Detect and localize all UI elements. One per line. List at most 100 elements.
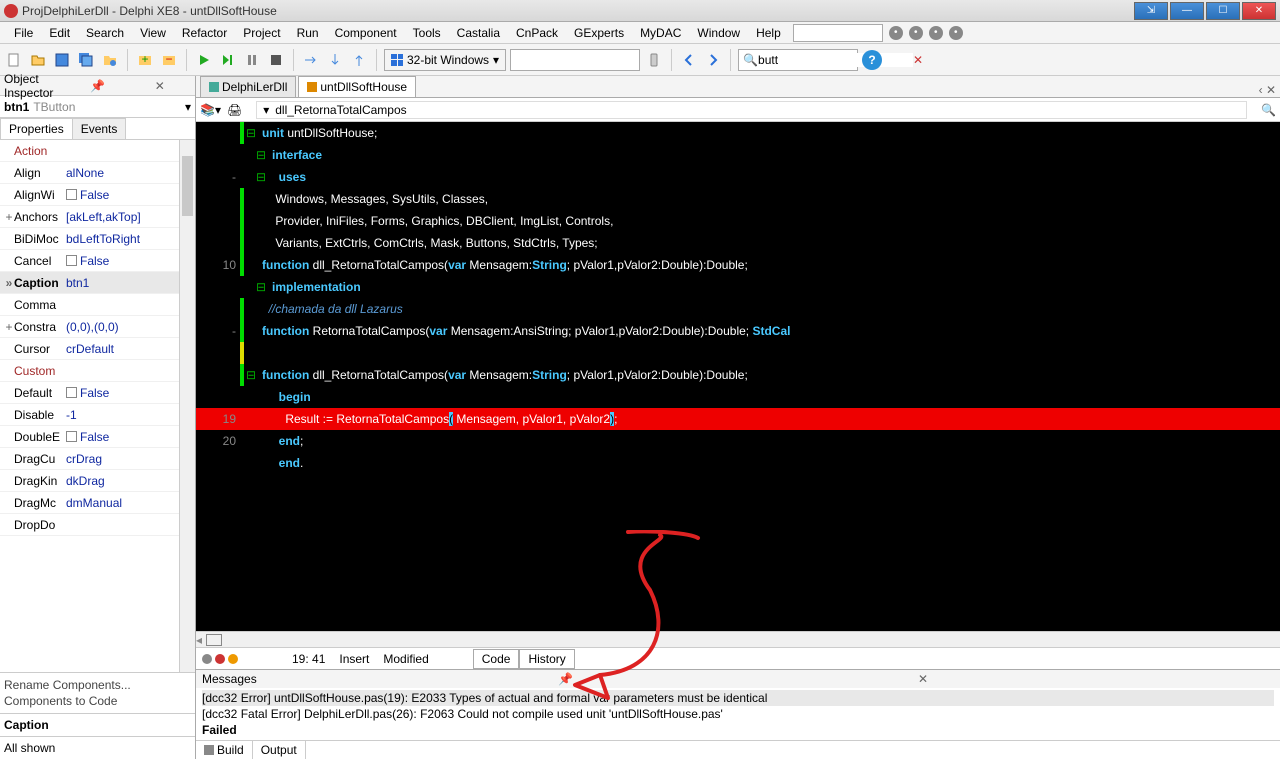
stop-button[interactable]	[266, 50, 286, 70]
oi-scrollbar[interactable]	[179, 140, 195, 672]
menu-edit[interactable]: Edit	[41, 24, 78, 42]
oi-component-combo[interactable]: btn1 TButton ▾	[0, 96, 195, 118]
property-row[interactable]: DragMcdmManual	[0, 492, 195, 514]
property-row[interactable]: +Constra(0,0),(0,0)	[0, 316, 195, 338]
options-icon[interactable]: •	[949, 26, 963, 40]
property-row[interactable]: AlignWiFalse	[0, 184, 195, 206]
oi-link[interactable]: Components to Code	[4, 693, 191, 709]
menu-run[interactable]: Run	[289, 24, 327, 42]
function-navigator[interactable]: ▾dll_RetornaTotalCampos	[256, 101, 1247, 119]
svg-text:+: +	[141, 52, 148, 66]
messages-close-icon[interactable]: ✕	[918, 672, 1274, 686]
oi-description: Caption	[0, 713, 195, 736]
cursor-pos: 19: 41	[292, 652, 325, 666]
search-box[interactable]: 🔍 ✕	[738, 49, 858, 71]
property-row[interactable]: Custom	[0, 360, 195, 382]
oi-tab-events[interactable]: Events	[72, 118, 127, 139]
menu-help[interactable]: Help	[748, 24, 789, 42]
menu-file[interactable]: File	[6, 24, 41, 42]
menu-tools[interactable]: Tools	[405, 24, 449, 42]
back-button[interactable]	[679, 50, 699, 70]
property-row[interactable]: DefaultFalse	[0, 382, 195, 404]
save-button[interactable]	[52, 50, 72, 70]
menu-refactor[interactable]: Refactor	[174, 24, 235, 42]
messages-tab-build[interactable]: Build	[196, 741, 253, 759]
history-tab[interactable]: History	[519, 649, 574, 669]
step-into-button[interactable]	[325, 50, 345, 70]
maximize-button[interactable]: ☐	[1206, 2, 1240, 20]
step-out-button[interactable]	[349, 50, 369, 70]
menu-view[interactable]: View	[132, 24, 174, 42]
pause-button[interactable]	[242, 50, 262, 70]
nav-dropdown-icon[interactable]: 📚▾	[200, 103, 221, 117]
globe-icon[interactable]: •	[889, 26, 903, 40]
editor-area: DelphiLerDlluntDllSoftHouse ‹ ✕ 📚▾ 🖨 ▾dll…	[196, 76, 1280, 759]
oi-tab-properties[interactable]: Properties	[0, 118, 73, 139]
property-row[interactable]: DragCucrDrag	[0, 448, 195, 470]
property-row[interactable]: »Captionbtn1	[0, 272, 195, 294]
message-line[interactable]: [dcc32 Error] untDllSoftHouse.pas(19): E…	[202, 690, 1274, 706]
new-button[interactable]	[4, 50, 24, 70]
menu-component[interactable]: Component	[327, 24, 405, 42]
property-row[interactable]: DoubleEFalse	[0, 426, 195, 448]
open-button[interactable]	[28, 50, 48, 70]
message-line[interactable]: Failed	[202, 722, 1274, 738]
mail-icon[interactable]: •	[909, 26, 923, 40]
messages-pin-icon[interactable]: 📌	[558, 672, 914, 686]
property-row[interactable]: AlignalNone	[0, 162, 195, 184]
run-no-debug-button[interactable]	[218, 50, 238, 70]
restore-down-button[interactable]: ⇲	[1134, 2, 1168, 20]
open-project-button[interactable]	[100, 50, 120, 70]
code-tab[interactable]: Code	[473, 649, 520, 669]
editor-tab[interactable]: untDllSoftHouse	[298, 76, 416, 97]
save-all-button[interactable]	[76, 50, 96, 70]
close-button[interactable]: ✕	[1242, 2, 1276, 20]
close-panel-icon[interactable]: ✕	[129, 79, 191, 93]
oi-link[interactable]: Rename Components...	[4, 677, 191, 693]
step-over-button[interactable]	[301, 50, 321, 70]
property-row[interactable]: CursorcrDefault	[0, 338, 195, 360]
property-row[interactable]: +Anchors[akLeft,akTop]	[0, 206, 195, 228]
menu-layout-combo[interactable]	[793, 24, 883, 42]
pin-icon[interactable]: 📌	[66, 79, 128, 93]
property-row[interactable]: Disable-1	[0, 404, 195, 426]
property-row[interactable]: BiDiMocbdLeftToRight	[0, 228, 195, 250]
help-button[interactable]: ?	[862, 50, 882, 70]
calendar-icon[interactable]: •	[929, 26, 943, 40]
menu-mydac[interactable]: MyDAC	[632, 24, 689, 42]
macro-record-icon[interactable]	[215, 654, 225, 664]
menu-castalia[interactable]: Castalia	[449, 24, 508, 42]
platform-combo[interactable]: 32-bit Windows ▾	[384, 49, 506, 71]
code-editor[interactable]: ⊟unit untDllSoftHouse;⊟interface-⊟ uses …	[196, 122, 1280, 631]
add-file-button[interactable]: +	[135, 50, 155, 70]
minimize-button[interactable]: —	[1170, 2, 1204, 20]
window-title: ProjDelphiLerDll - Delphi XE8 - untDllSo…	[22, 4, 1134, 18]
property-row[interactable]: Comma	[0, 294, 195, 316]
property-row[interactable]: DragKindkDrag	[0, 470, 195, 492]
property-row[interactable]: CancelFalse	[0, 250, 195, 272]
macro-stop-icon[interactable]	[228, 654, 238, 664]
run-button[interactable]	[194, 50, 214, 70]
menu-project[interactable]: Project	[235, 24, 288, 42]
phone-icon[interactable]	[644, 50, 664, 70]
device-combo[interactable]	[510, 49, 640, 71]
remove-file-button[interactable]: −	[159, 50, 179, 70]
platform-label: 32-bit Windows	[407, 53, 489, 67]
property-row[interactable]: DropDo	[0, 514, 195, 536]
editor-tab[interactable]: DelphiLerDll	[200, 76, 296, 97]
messages-tab-output[interactable]: Output	[253, 741, 306, 759]
search-input[interactable]	[758, 53, 913, 67]
forward-button[interactable]	[703, 50, 723, 70]
editor-hscroll[interactable]: ◂	[196, 631, 1280, 647]
menu-window[interactable]: Window	[689, 24, 748, 42]
property-row[interactable]: Action	[0, 140, 195, 162]
menu-gexperts[interactable]: GExperts	[566, 24, 632, 42]
message-line[interactable]: [dcc32 Fatal Error] DelphiLerDll.pas(26)…	[202, 706, 1274, 722]
find-icon[interactable]: 🔍	[1261, 103, 1276, 117]
editor-tab-controls[interactable]: ‹ ✕	[1259, 83, 1280, 97]
menu-search[interactable]: Search	[78, 24, 132, 42]
print-icon[interactable]: 🖨	[227, 103, 242, 117]
macro-play-icon[interactable]	[202, 654, 212, 664]
clear-search-icon[interactable]: ✕	[913, 53, 923, 67]
menu-cnpack[interactable]: CnPack	[508, 24, 566, 42]
